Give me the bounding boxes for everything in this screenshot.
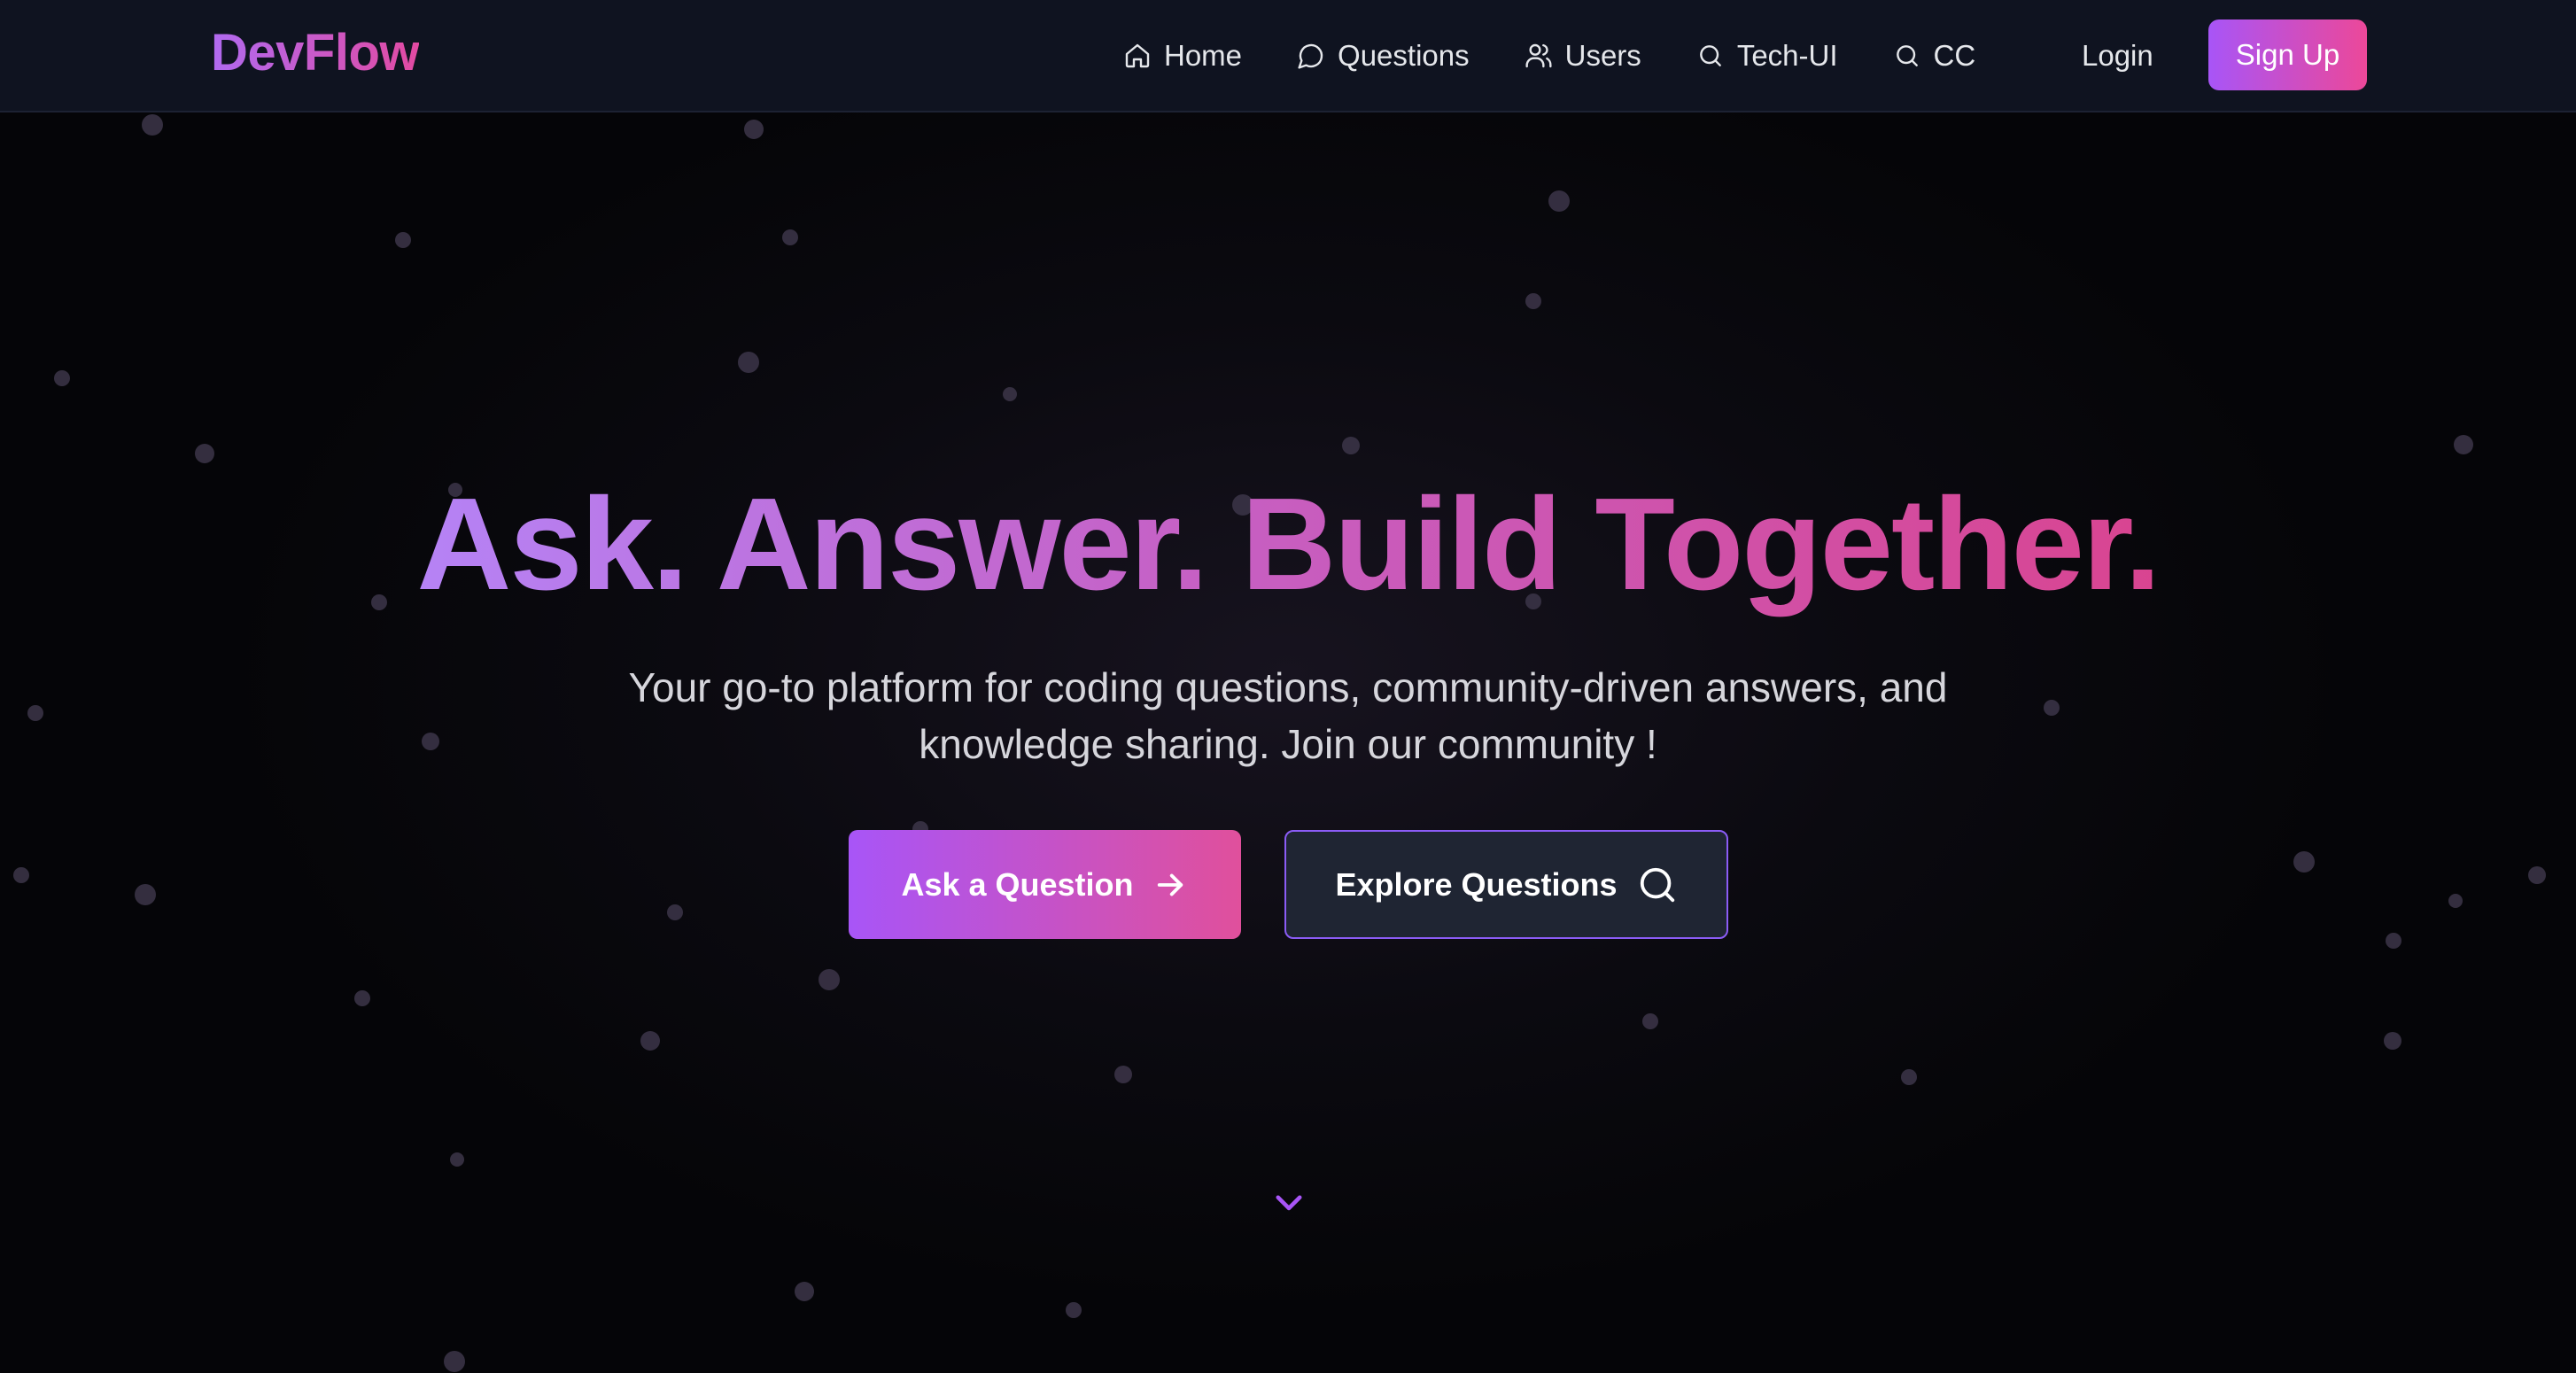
explore-questions-button[interactable]: Explore Questions (1284, 830, 1728, 939)
particle-dot (395, 232, 411, 248)
nav-item-home[interactable]: Home (1123, 32, 1242, 80)
nav-item-label: Tech-UI (1736, 39, 1838, 72)
particle-dot (640, 1031, 660, 1051)
nav-item-label: Questions (1338, 39, 1470, 72)
arrow-right-icon (1157, 873, 1183, 896)
particle-dot (1066, 1302, 1082, 1318)
particle-dot (795, 1282, 814, 1301)
explore-questions-label: Explore Questions (1335, 865, 1618, 903)
brand-logo[interactable]: DevFlow (211, 23, 420, 82)
particle-dot (142, 114, 163, 136)
particle-dot (1548, 190, 1570, 212)
nav-item-label: Home (1164, 39, 1243, 72)
login-link[interactable]: Login (2082, 32, 2153, 80)
particle-dot (195, 444, 214, 463)
particle-dot (135, 884, 156, 905)
particle-dot (744, 120, 764, 139)
users-icon (1525, 43, 1552, 68)
particle-dot (2293, 851, 2315, 873)
particle-dot (1901, 1069, 1917, 1085)
particle-dot (1114, 1066, 1132, 1083)
search-icon (1699, 45, 1721, 66)
particle-dot (2384, 1032, 2401, 1050)
particle-dot (54, 370, 70, 386)
home-icon (1125, 43, 1150, 68)
particle-dot (1342, 437, 1360, 454)
landing-page: DevFlow Home Questions Users Tech-UI CC … (0, 0, 2576, 1373)
particle-dot (1525, 293, 1541, 309)
particle-dot (2454, 435, 2473, 454)
chat-bubble-icon (1298, 43, 1323, 69)
chevron-down-icon[interactable] (1270, 1183, 1307, 1221)
particle-dot (738, 352, 759, 373)
main-nav: Home Questions Users Tech-UI CC (1123, 32, 2030, 80)
particle-dot (2386, 933, 2401, 949)
particle-dot (444, 1351, 465, 1372)
nav-item-questions[interactable]: Questions (1297, 32, 1470, 80)
particle-dot (1642, 1013, 1658, 1029)
nav-item-label: CC (1933, 39, 1976, 72)
search-icon (1640, 867, 1674, 902)
nav-item-label: Users (1564, 39, 1641, 72)
hero-subtitle: Your go-to platform for coding questions… (628, 664, 1948, 767)
particle-dot (2044, 700, 2060, 716)
nav-item-tech-ui[interactable]: Tech-UI (1696, 32, 1838, 80)
signup-button[interactable]: Sign Up (2208, 19, 2367, 90)
particle-dot (667, 904, 683, 920)
nav-item-users[interactable]: Users (1525, 32, 1641, 80)
top-navbar: DevFlow Home Questions Users Tech-UI CC … (0, 0, 2576, 112)
particle-dot (819, 969, 840, 990)
particle-dot (354, 990, 370, 1006)
search-icon (1896, 45, 1918, 66)
particle-dot (422, 733, 439, 750)
hero-title-text: Ask. Answer. Build Together. (407, 471, 2168, 635)
particle-dot (2528, 866, 2546, 884)
hero-title: Ask. Answer. Build Together. (0, 469, 2576, 620)
nav-item-cc[interactable]: CC (1893, 32, 1976, 80)
particle-dot (13, 867, 29, 883)
ask-question-label: Ask a Question (901, 865, 1134, 903)
particle-dot (2448, 894, 2463, 908)
particle-dot (450, 1152, 464, 1167)
particle-dot (1003, 387, 1017, 401)
particle-dot (782, 229, 798, 245)
particle-dot (27, 705, 43, 721)
ask-question-button[interactable]: Ask a Question (849, 830, 1241, 939)
